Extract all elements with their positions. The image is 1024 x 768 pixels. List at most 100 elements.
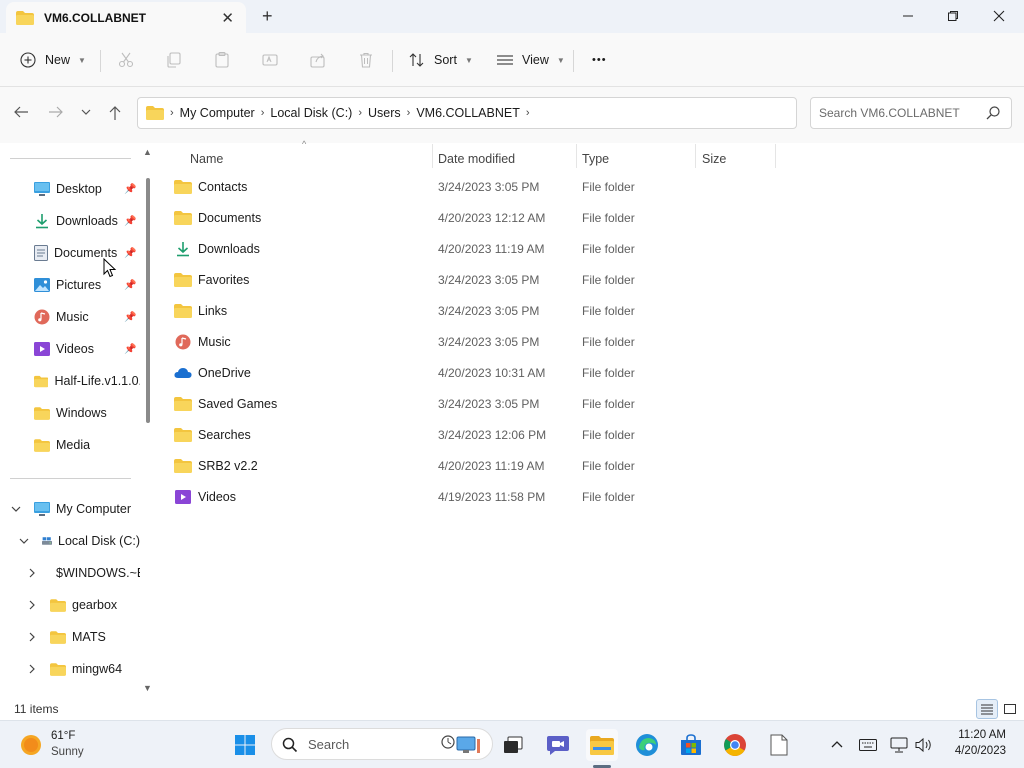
folder-icon [174,303,192,318]
table-row[interactable]: Searches 3/24/2023 12:06 PM File folder [174,419,774,450]
chevron-right-icon: › [170,107,174,119]
new-button[interactable]: New ▼ [20,47,86,73]
tab-vm6-collabnet[interactable]: VM6.COLLABNET ✕ [6,2,246,33]
network-icon[interactable] [889,735,909,755]
column-header-date-modified[interactable]: Date modified [438,147,515,171]
edge-icon [636,734,658,756]
clock-date[interactable]: 4/20/2023 [944,745,1006,757]
sidebar-item-windows[interactable]: Windows [34,402,140,424]
minimize-button[interactable] [888,4,928,28]
divider [100,50,101,72]
scroll-down-icon[interactable]: ▼ [143,683,152,693]
tiles-view-button[interactable] [999,699,1021,719]
pin-icon[interactable]: 📌 [124,344,136,355]
chevron-right-icon[interactable] [27,664,37,677]
close-window-button[interactable] [979,4,1019,28]
start-button[interactable] [229,729,261,761]
videos-icon [34,342,50,356]
details-view-button[interactable] [976,699,998,719]
show-hidden-icons-button[interactable] [827,735,847,755]
breadcrumb-my-computer[interactable]: My Computer [180,106,255,120]
rename-icon[interactable] [261,51,279,69]
download-icon [177,241,189,256]
pin-icon[interactable]: 📌 [124,216,136,227]
clock-time[interactable]: 11:20 AM [944,729,1006,741]
view-button[interactable]: View ▼ [496,47,565,73]
sidebar-item-media[interactable]: Media [34,434,140,456]
column-divider[interactable] [775,144,776,168]
tree-item-mats[interactable]: MATS [50,626,140,648]
volume-icon[interactable] [914,735,934,755]
tree-item-my-computer[interactable]: My Computer [34,498,140,520]
table-row[interactable]: Saved Games 3/24/2023 3:05 PM File folde… [174,388,774,419]
weather-condition[interactable]: Sunny [51,746,84,758]
breadcrumb-vm6-collabnet[interactable]: VM6.COLLABNET [416,106,520,120]
restore-button[interactable] [933,4,973,28]
file-name: Documents [198,210,262,225]
weather-temperature[interactable]: 61°F [51,730,75,742]
copy-icon[interactable] [165,51,183,69]
file-list: Name ^ Date modified Type Size Contacts … [156,139,1024,698]
tree-item-local-disk[interactable]: Local Disk (C:) [42,530,140,552]
chevron-right-icon[interactable] [27,568,37,581]
file-name: Videos [198,489,236,504]
recent-locations-icon[interactable] [80,105,92,123]
column-header-size[interactable]: Size [702,147,726,171]
table-row[interactable]: Music 3/24/2023 3:05 PM File folder [174,326,774,357]
tree-item-mingw64[interactable]: mingw64 [50,658,140,680]
breadcrumb-users[interactable]: Users [368,106,401,120]
column-header-name[interactable]: Name [190,147,223,171]
tree-item-gearbox[interactable]: gearbox [50,594,140,616]
chevron-right-icon[interactable] [27,600,37,613]
table-row[interactable]: Documents 4/20/2023 12:12 AM File folder [174,202,774,233]
chevron-down-icon[interactable] [19,536,29,549]
store-button[interactable] [675,729,707,761]
scrollbar-thumb[interactable] [146,178,150,423]
taskbar-search[interactable]: Search [271,728,493,760]
cut-icon[interactable] [117,51,135,69]
chrome-button[interactable] [719,729,751,761]
column-divider[interactable] [576,144,577,168]
table-row[interactable]: Videos 4/19/2023 11:58 PM File folder [174,481,774,512]
close-tab-button[interactable]: ✕ [221,9,234,27]
table-row[interactable]: OneDrive 4/20/2023 10:31 AM File folder [174,357,774,388]
share-icon[interactable] [309,51,327,69]
paste-icon[interactable] [213,51,231,69]
file-explorer-button[interactable] [586,729,618,761]
table-row[interactable]: Favorites 3/24/2023 3:05 PM File folder [174,264,774,295]
scroll-up-icon[interactable]: ▲ [143,147,152,157]
table-row[interactable]: Downloads 4/20/2023 11:19 AM File folder [174,233,774,264]
divider [10,158,131,159]
back-arrow-icon[interactable] [13,105,29,123]
sidebar-item-half-life[interactable]: Half-Life.v1.1.0.8 [34,370,140,392]
table-row[interactable]: SRB2 v2.2 4/20/2023 11:19 AM File folder [174,450,774,481]
pin-icon[interactable]: 📌 [124,248,136,259]
sort-button[interactable]: Sort ▼ [408,47,473,73]
edge-button[interactable] [631,729,663,761]
document-app-button[interactable] [763,729,795,761]
details-view-icon [981,704,993,715]
pin-icon[interactable]: 📌 [124,280,136,291]
table-row[interactable]: Contacts 3/24/2023 3:05 PM File folder [174,171,774,202]
tree-item-windows-bt[interactable]: $WINDOWS.~BT [50,562,140,584]
pin-icon[interactable]: 📌 [124,312,136,323]
pin-icon[interactable]: 📌 [124,184,136,195]
delete-icon[interactable] [357,51,375,69]
column-divider[interactable] [695,144,696,168]
more-options-button[interactable]: ••• [592,47,607,73]
table-row[interactable]: Links 3/24/2023 3:05 PM File folder [174,295,774,326]
search-input[interactable]: Search VM6.COLLABNET [810,97,1012,129]
address-bar[interactable]: › My Computer › Local Disk (C:) › Users … [137,97,924,129]
forward-arrow-icon[interactable] [48,105,64,123]
chevron-down-icon[interactable] [11,504,21,517]
column-divider[interactable] [432,144,433,168]
new-tab-button[interactable]: + [262,6,273,27]
breadcrumb-local-disk[interactable]: Local Disk (C:) [270,106,352,120]
up-arrow-icon[interactable] [108,105,122,125]
weather-sun-icon[interactable] [20,734,42,756]
column-header-type[interactable]: Type [582,147,609,171]
keyboard-icon[interactable] [858,735,878,755]
chat-button[interactable] [542,729,574,761]
task-view-button[interactable] [497,729,529,761]
chevron-right-icon[interactable] [27,632,37,645]
